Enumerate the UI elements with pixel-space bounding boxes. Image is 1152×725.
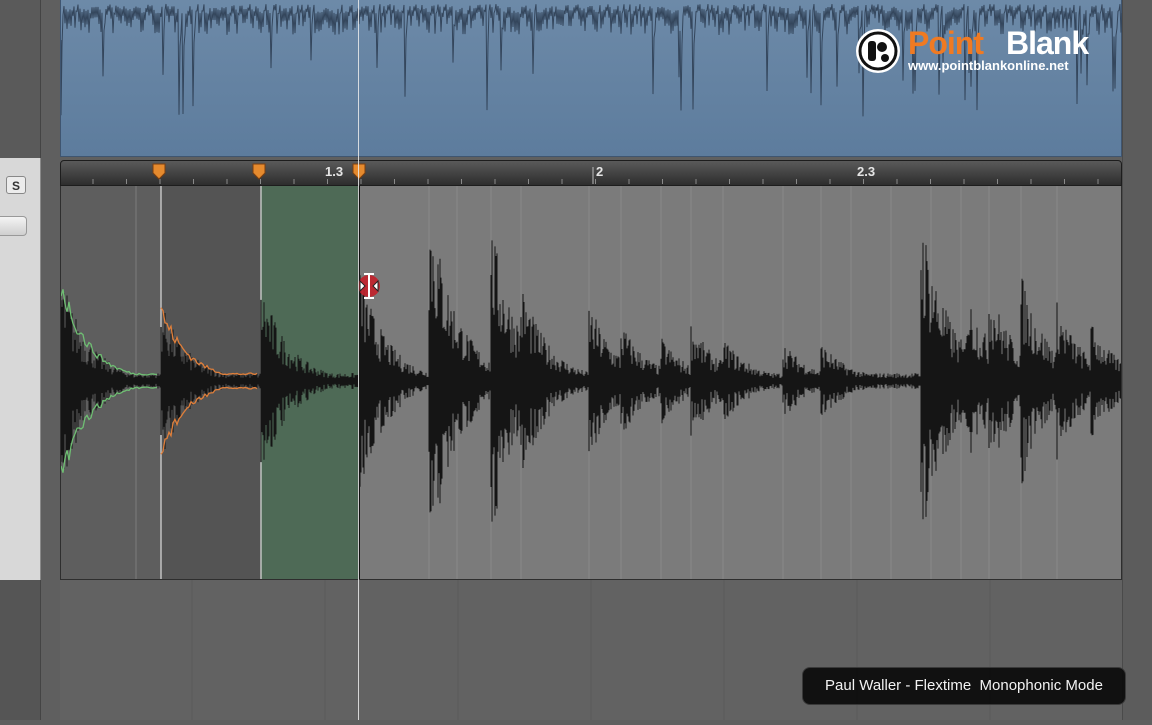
video-caption: Paul Waller - Flextime Monophonic Mode [802, 667, 1126, 705]
caption-text: Paul Waller - Flextime Monophonic Mode [825, 677, 1103, 694]
playhead-line[interactable] [358, 0, 359, 720]
flex-marker-icon[interactable] [152, 163, 166, 180]
solo-button[interactable]: S [6, 176, 26, 194]
track-header-upper [0, 0, 41, 158]
upper-waveform [60, 3, 1125, 117]
logo-text-blank: Blank [1006, 25, 1089, 61]
timeline-ruler[interactable]: 1.3 2 2.3 [60, 160, 1122, 186]
right-edge-strip [1122, 0, 1152, 720]
flex-audio-region[interactable] [60, 186, 1122, 580]
flex-markers[interactable] [61, 161, 1123, 187]
pointblank-logo: Point Blank www.pointblankonline.net [856, 25, 1118, 78]
logo-url: www.pointblankonline.net [908, 58, 1069, 73]
logo-text-point: Point [908, 25, 984, 61]
track-volume-slider[interactable] [0, 216, 27, 236]
upper-audio-region[interactable] [60, 0, 1125, 157]
track-header-lower [0, 580, 41, 720]
flex-tool-cursor-icon [358, 273, 380, 299]
flex-marker-icon[interactable] [352, 163, 366, 180]
pointblank-logo-icon [856, 29, 900, 73]
flex-marker-icon[interactable] [252, 163, 266, 180]
